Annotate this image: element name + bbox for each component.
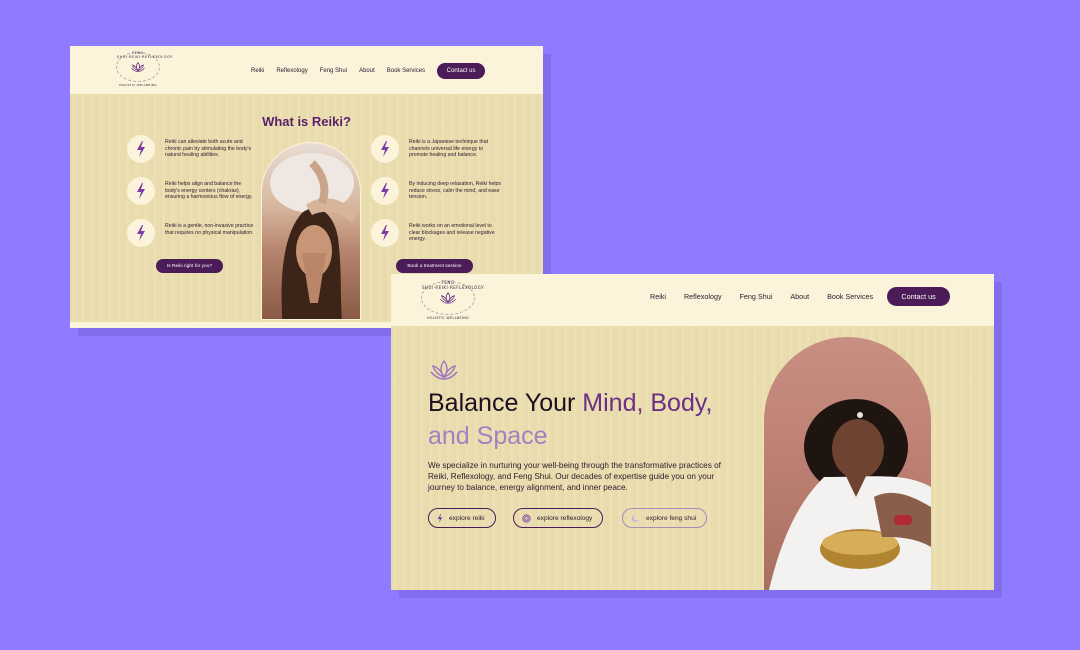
explore-feng-shui-button[interactable]: explore feng shui: [622, 508, 708, 528]
main-nav: Reiki Reflexology Feng Shui About Book S…: [251, 63, 486, 79]
feature-text: Reiki works on an emotional level to cle…: [409, 223, 495, 243]
nav-feng-shui[interactable]: Feng Shui: [320, 68, 347, 74]
feature-text: Reiki is a Japanese technique that chann…: [409, 139, 489, 159]
lightning-bolt-icon: [371, 135, 399, 163]
logo-ring: FENG SHUI·REIKI·REFLEXOLOGY: [116, 51, 173, 82]
site-header: FENG SHUI·REIKI·REFLEXOLOGY HOLISTIC WEL…: [391, 274, 994, 326]
feature-text: Reiki helps align and balance the body's…: [165, 181, 253, 201]
feature-item: Reiki is a Japanese technique that chann…: [371, 135, 501, 163]
nav-about[interactable]: About: [359, 68, 375, 74]
lotus-icon: [440, 292, 456, 304]
lotus-icon: [430, 359, 458, 380]
brand-logo[interactable]: FENG SHUI·REIKI·REFLEXOLOGY HOLISTIC WEL…: [421, 280, 485, 320]
feature-item: By inducing deep relaxation, Reiki helps…: [371, 177, 501, 205]
explore-reflexology-button[interactable]: explore reflexology: [513, 508, 604, 528]
lightning-bolt-icon: [371, 177, 399, 205]
feature-item: Reiki works on an emotional level to cle…: [371, 219, 501, 247]
feature-item: Reiki is a gentle, non-invasive practice…: [127, 219, 257, 247]
is-reiki-right-button[interactable]: Is Reiki right for you?: [156, 259, 223, 273]
home-page-mockup: FENG SHUI·REIKI·REFLEXOLOGY HOLISTIC WEL…: [391, 274, 994, 590]
nav-book-services[interactable]: Book Services: [387, 68, 425, 74]
feature-item: Reiki can alleviate both acute and chron…: [127, 135, 257, 163]
spiral-icon: [522, 513, 531, 523]
book-session-button[interactable]: Book a treatment session: [396, 259, 473, 273]
reiki-treatment-photo: [261, 142, 361, 320]
nav-reiki[interactable]: Reiki: [650, 292, 666, 301]
hero-title-accent2: and Space: [428, 422, 548, 450]
logo-tagline: HOLISTIC WELLBEING: [119, 83, 157, 87]
nav-about[interactable]: About: [790, 292, 809, 301]
lightning-bolt-icon: [437, 513, 443, 523]
explore-reiki-button[interactable]: explore reiki: [428, 508, 496, 528]
nav-reflexology[interactable]: Reflexology: [684, 292, 722, 301]
nav-reiki[interactable]: Reiki: [251, 68, 264, 74]
hero-title-accent: Mind, Body,: [582, 389, 713, 417]
hero-title-part1: Balance Your: [428, 389, 583, 417]
main-nav: Reiki Reflexology Feng Shui About Book S…: [650, 287, 951, 306]
feature-text: Reiki can alleviate both acute and chron…: [165, 139, 252, 159]
logo-ring-text: FENG SHUI·REIKI·REFLEXOLOGY: [117, 51, 173, 59]
nav-reflexology[interactable]: Reflexology: [276, 68, 307, 74]
feature-text: Reiki is a gentle, non-invasive practice…: [165, 223, 254, 236]
lightning-bolt-icon: [127, 219, 155, 247]
logo-ring-text: FENG SHUI·REIKI·REFLEXOLOGY: [422, 280, 485, 290]
contact-us-button[interactable]: Contact us: [887, 287, 951, 306]
brand-logo[interactable]: FENG SHUI·REIKI·REFLEXOLOGY HOLISTIC WEL…: [116, 51, 173, 87]
lightning-bolt-icon: [371, 219, 399, 247]
pill-label: explore reiki: [449, 514, 485, 522]
nav-book-services[interactable]: Book Services: [827, 292, 873, 301]
lightning-bolt-icon: [127, 135, 155, 163]
hero-photo: [764, 337, 931, 590]
pill-label: explore reflexology: [537, 514, 593, 522]
feature-item: Reiki helps align and balance the body's…: [127, 177, 257, 205]
pill-label: explore feng shui: [646, 514, 697, 522]
lotus-icon: [131, 61, 145, 72]
moon-icon: [631, 514, 640, 523]
feature-text: By inducing deep relaxation, Reiki helps…: [409, 181, 501, 201]
logo-tagline: HOLISTIC WELLBEING: [426, 316, 470, 320]
contact-us-button[interactable]: Contact us: [437, 63, 486, 79]
hero-description: We specialize in nurturing your well-bei…: [428, 461, 721, 492]
hero-title: Balance Your Mind, Body, and Space: [428, 387, 768, 453]
site-header: FENG SHUI·REIKI·REFLEXOLOGY HOLISTIC WEL…: [70, 46, 543, 94]
page-title: What is Reiki?: [262, 114, 351, 129]
logo-ring: FENG SHUI·REIKI·REFLEXOLOGY: [421, 280, 485, 315]
lightning-bolt-icon: [127, 177, 155, 205]
nav-feng-shui[interactable]: Feng Shui: [740, 292, 773, 301]
